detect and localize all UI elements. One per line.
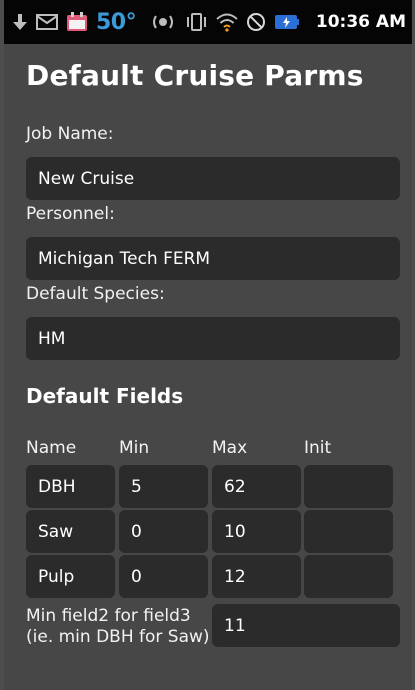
column-header-name: Name bbox=[26, 438, 77, 458]
min-field-label: Min field2 for field3 (ie. min DBH for S… bbox=[26, 606, 210, 647]
field-max-pulp[interactable]: 12 bbox=[212, 555, 301, 598]
field-init-dbh[interactable] bbox=[304, 465, 393, 508]
job-name-field[interactable]: New Cruise bbox=[26, 157, 400, 200]
field-min-dbh[interactable]: 5 bbox=[119, 465, 208, 508]
page-title: Default Cruise Parms bbox=[26, 59, 364, 92]
column-header-min: Min bbox=[119, 438, 150, 458]
field-name-saw[interactable]: Saw bbox=[26, 510, 115, 553]
field-init-pulp[interactable] bbox=[304, 555, 393, 598]
field-name-pulp[interactable]: Pulp bbox=[26, 555, 115, 598]
calendar-icon bbox=[66, 0, 88, 44]
field-min-pulp[interactable]: 0 bbox=[119, 555, 208, 598]
min-field-input[interactable]: 11 bbox=[212, 604, 400, 647]
field-init-saw[interactable] bbox=[304, 510, 393, 553]
personnel-label: Personnel: bbox=[26, 204, 115, 224]
status-bar: 50° 10:36 AM bbox=[4, 0, 412, 44]
field-min-saw[interactable]: 0 bbox=[119, 510, 208, 553]
field-max-saw[interactable]: 10 bbox=[212, 510, 301, 553]
temperature-readout: 50° bbox=[96, 9, 137, 35]
no-signal-icon bbox=[246, 0, 266, 44]
download-icon bbox=[12, 0, 28, 44]
column-header-init: Init bbox=[304, 438, 332, 458]
default-species-field[interactable]: HM bbox=[26, 317, 400, 360]
battery-icon bbox=[274, 0, 300, 44]
vibrate-icon bbox=[150, 0, 176, 44]
status-time: 10:36 AM bbox=[315, 12, 406, 32]
default-fields-heading: Default Fields bbox=[26, 384, 184, 408]
personnel-field[interactable]: Michigan Tech FERM bbox=[26, 237, 400, 280]
wifi-icon bbox=[216, 0, 238, 44]
job-name-label: Job Name: bbox=[26, 124, 114, 144]
app-screen: 50° 10:36 AM Default Cruise Parms Job Na… bbox=[4, 0, 412, 690]
field-name-dbh[interactable]: DBH bbox=[26, 465, 115, 508]
column-header-max: Max bbox=[212, 438, 248, 458]
default-species-label: Default Species: bbox=[26, 284, 165, 304]
vibrate-phone-icon bbox=[184, 0, 208, 44]
field-max-dbh[interactable]: 62 bbox=[212, 465, 301, 508]
mail-icon bbox=[36, 0, 58, 44]
